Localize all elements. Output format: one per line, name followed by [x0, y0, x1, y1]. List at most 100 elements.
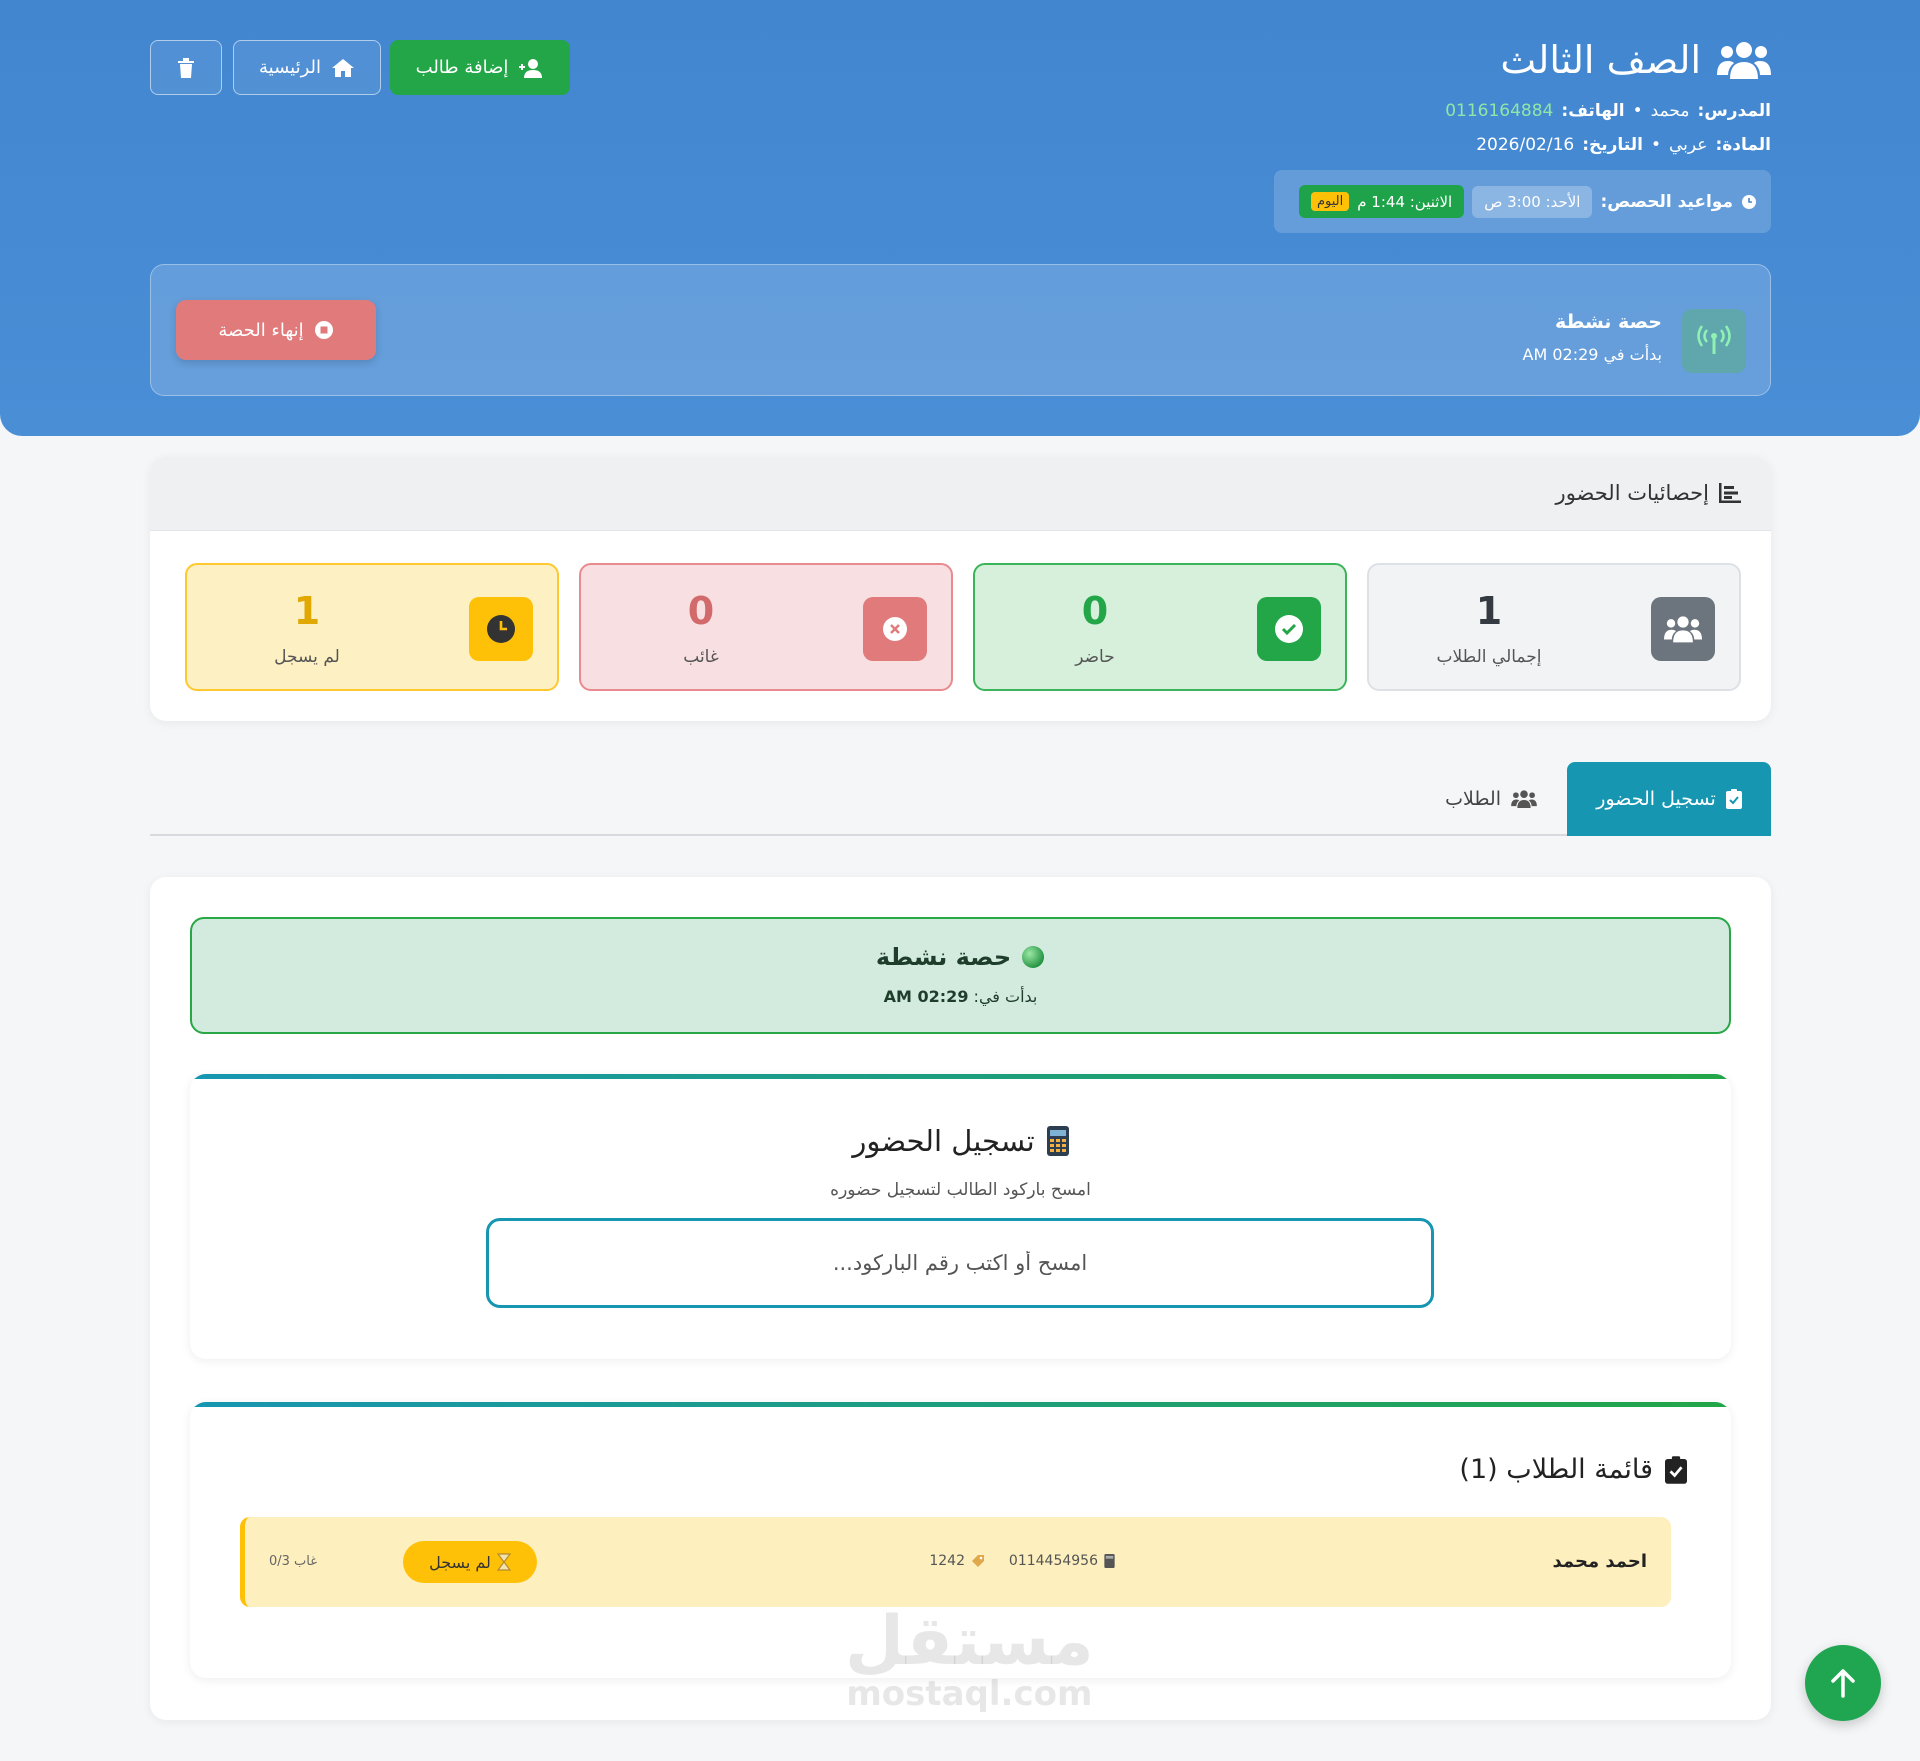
status-badge-text: لم يسجل	[429, 1552, 491, 1572]
stats-title-text: إحصائيات الحضور	[1555, 481, 1709, 505]
end-session-label: إنهاء الحصة	[218, 319, 304, 341]
schedule-label: مواعيد الحصص:	[1600, 191, 1733, 212]
subject-info: المادة: عربي • التاريخ: 2026/02/16	[1476, 135, 1771, 155]
status-badge: لم يسجل	[403, 1541, 537, 1583]
tab-students[interactable]: الطلاب	[1445, 762, 1537, 836]
attendance-stats-card: إحصائيات الحضور 1 إجمالي الطلاب 0 حاضر 0…	[150, 457, 1771, 721]
teacher-name: محمد	[1650, 101, 1690, 121]
student-code: 1242	[929, 1553, 985, 1569]
watermark-logo: مستقل	[845, 1602, 1094, 1681]
stat-total-students: 1 إجمالي الطلاب	[1367, 563, 1741, 691]
student-code-text: 1242	[929, 1553, 965, 1569]
broadcast-icon	[1682, 309, 1746, 373]
separator-dot: •	[1632, 101, 1643, 121]
subject-label: المادة:	[1715, 135, 1771, 155]
home-button[interactable]: الرئيسية	[233, 40, 381, 95]
subject-value: عربي	[1669, 135, 1708, 155]
tab-attendance[interactable]: تسجيل الحضور	[1567, 762, 1771, 836]
active-session-started: بدأت في: 02:29 AM	[192, 987, 1729, 1006]
add-student-button[interactable]: إضافة طالب	[390, 40, 570, 95]
attendance-panel: حصة نشطة بدأت في: 02:29 AM تسجيل الحضور …	[150, 877, 1771, 1720]
absence-count: غاب 0/3	[269, 1554, 318, 1569]
watermark-url: mostaql.com	[846, 1674, 1093, 1714]
schedule-chip-sunday: الأحد: 3:00 ص	[1472, 185, 1593, 218]
users-icon	[1651, 597, 1715, 661]
phone-icon	[1104, 1554, 1115, 1568]
barcode-scan-card: تسجيل الحضور امسح باركود الطالب لتسجيل ح…	[190, 1074, 1731, 1359]
clock-icon	[469, 597, 533, 661]
teacher-label: المدرس:	[1697, 101, 1771, 121]
student-row[interactable]: احمد محمد 0114454956 1242 لم يسجل غاب 0/…	[240, 1517, 1671, 1607]
home-icon	[332, 58, 354, 77]
phone-label: الهاتف:	[1561, 101, 1625, 121]
active-session-title: حصة نشطة	[192, 943, 1729, 971]
stats-header: إحصائيات الحضور	[150, 457, 1771, 531]
student-phone-text: 0114454956	[1008, 1553, 1098, 1569]
session-title: حصة نشطة	[1554, 311, 1662, 333]
delete-button[interactable]	[150, 40, 222, 95]
active-session-banner: حصة نشطة بدأت في 02:29 AM إنهاء الحصة	[150, 264, 1771, 396]
stat-absent: 0 غائب	[579, 563, 953, 691]
end-session-button[interactable]: إنهاء الحصة	[176, 300, 376, 360]
user-plus-icon	[519, 58, 543, 78]
card-accent-bar	[190, 1074, 1731, 1079]
add-student-label: إضافة طالب	[415, 57, 509, 78]
active-session-title-text: حصة نشطة	[875, 943, 1012, 971]
schedule-bar: مواعيد الحصص: الأحد: 3:00 ص الاثنين: 1:4…	[1274, 170, 1771, 233]
page-header: الصف الثالث المدرس: محمد • الهاتف: 01161…	[0, 0, 1920, 436]
stop-icon	[314, 321, 333, 339]
stat-label: لم يسجل	[274, 647, 340, 667]
stat-not-recorded: 1 لم يسجل	[185, 563, 559, 691]
today-badge: اليوم	[1310, 192, 1350, 211]
clipboard-check-icon	[1665, 1455, 1687, 1484]
green-globe-icon	[1022, 946, 1045, 968]
check-circle-icon	[1257, 597, 1321, 661]
class-title-text: الصف الثالث	[1500, 38, 1701, 82]
student-list-title: قائمة الطلاب (1)	[1459, 1454, 1687, 1485]
stat-label: إجمالي الطلاب	[1436, 647, 1542, 667]
schedule-chip-text: الأحد: 3:00 ص	[1484, 192, 1581, 211]
tab-students-label: الطلاب	[1445, 788, 1501, 810]
card-accent-bar	[190, 1402, 1731, 1407]
trash-icon	[178, 57, 194, 78]
date-label: التاريخ:	[1582, 135, 1643, 155]
phone-icon	[1046, 1126, 1069, 1156]
stat-label: حاضر	[1075, 647, 1115, 667]
users-icon	[1511, 790, 1537, 809]
class-title: الصف الثالث	[1500, 38, 1771, 82]
student-phone: 0114454956	[1009, 1553, 1115, 1569]
scan-title: تسجيل الحضور	[190, 1124, 1731, 1158]
stats-title: إحصائيات الحضور	[1556, 481, 1741, 505]
date-value: 2026/02/16	[1476, 135, 1575, 155]
stat-value: 0	[1081, 589, 1109, 633]
stat-value: 1	[293, 589, 321, 633]
chart-bar-icon	[1719, 483, 1741, 503]
stat-value: 1	[1475, 589, 1503, 633]
teacher-phone: 0116164884	[1445, 101, 1554, 121]
hourglass-icon	[496, 1553, 511, 1571]
tab-attendance-label: تسجيل الحضور	[1596, 788, 1716, 810]
started-time: 02:29 AM	[883, 987, 969, 1006]
home-label: الرئيسية	[259, 57, 321, 78]
teacher-info: المدرس: محمد • الهاتف: 0116164884	[1445, 101, 1771, 121]
barcode-input[interactable]	[486, 1218, 1434, 1308]
users-icon	[1717, 42, 1771, 79]
scroll-to-top-button[interactable]	[1805, 1645, 1881, 1721]
schedule-chip-text: الاثنين: 1:44 م	[1357, 192, 1453, 211]
clipboard-check-icon	[1725, 789, 1742, 809]
session-started: بدأت في 02:29 AM	[1522, 345, 1662, 364]
clock-icon	[1742, 194, 1756, 209]
started-label: بدأت في:	[973, 987, 1038, 1006]
tag-icon	[972, 1555, 984, 1567]
separator-dot: •	[1650, 135, 1661, 155]
stat-label: غائب	[683, 647, 719, 667]
watermark: مستقل mostaql.com	[845, 1602, 1094, 1714]
stat-value: 0	[687, 589, 715, 633]
scan-subtitle: امسح باركود الطالب لتسجيل حضوره	[830, 1180, 1091, 1200]
stat-present: 0 حاضر	[973, 563, 1347, 691]
active-session-status: حصة نشطة بدأت في: 02:29 AM	[190, 917, 1731, 1034]
arrow-up-icon	[1831, 1669, 1855, 1698]
x-circle-icon	[863, 597, 927, 661]
scan-title-text: تسجيل الحضور	[852, 1124, 1035, 1158]
student-list-title-text: قائمة الطلاب (1)	[1459, 1454, 1653, 1485]
